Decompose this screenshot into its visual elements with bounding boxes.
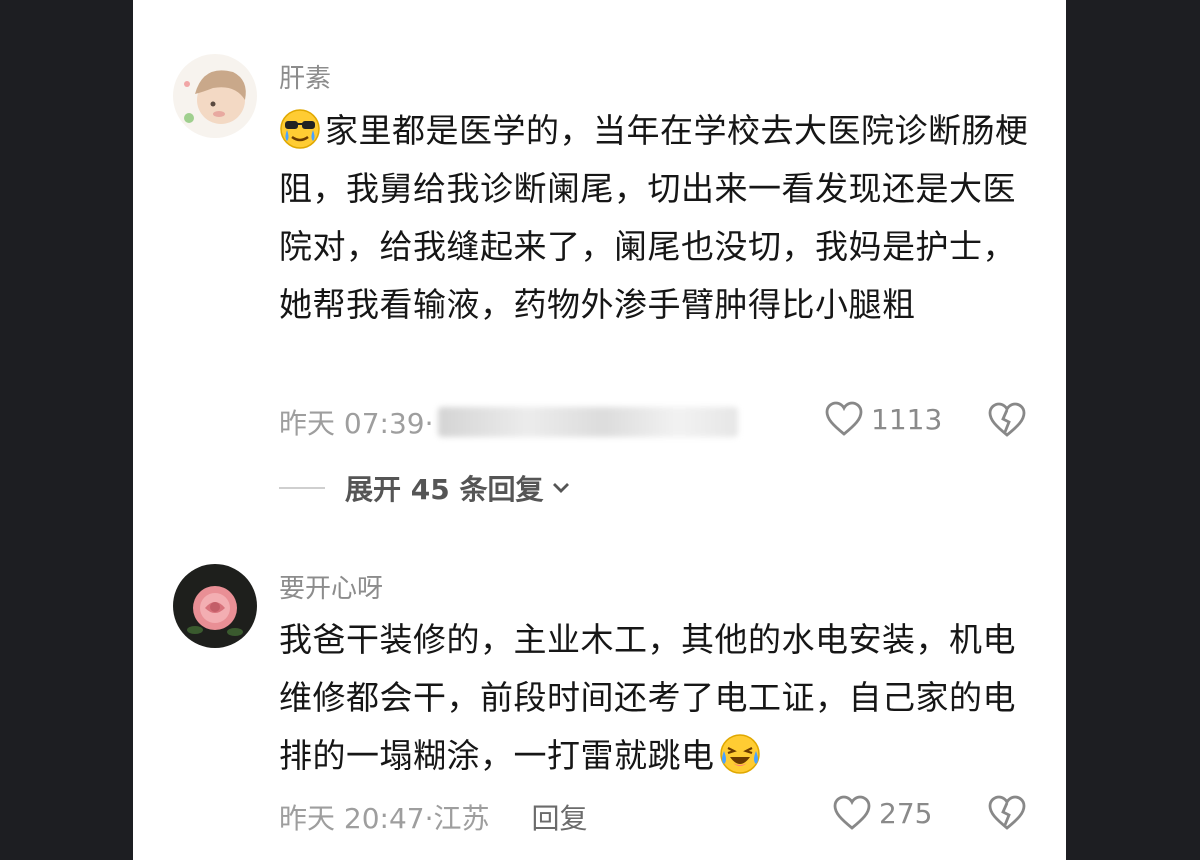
cool-crying-face-icon <box>279 108 321 150</box>
comment-text: 家里都是医学的，当年在学校去大医院诊断肠梗阻，我舅给我诊断阑尾，切出来一看发现还… <box>279 102 1029 334</box>
reply-button[interactable]: 回复 <box>532 797 588 837</box>
broken-heart-icon <box>988 402 1026 437</box>
like-button[interactable]: 1113 <box>825 401 942 437</box>
expand-replies-button[interactable]: 展开 45 条回复 <box>279 468 571 508</box>
comment-body: 家里都是医学的，当年在学校去大医院诊断肠梗阻，我舅给我诊断阑尾，切出来一看发现还… <box>279 111 1029 324</box>
comment-time: 昨天 20:47·江苏 <box>279 802 490 835</box>
broken-heart-icon <box>988 795 1026 830</box>
dislike-button[interactable] <box>988 795 1026 833</box>
heart-icon <box>825 401 863 436</box>
comment-panel: 肝素 家里都是医学的，当年在学校去大医院诊断肠梗阻，我舅给我诊断阑尾，切出来一看… <box>133 0 1066 860</box>
dislike-button[interactable] <box>988 402 1026 440</box>
expand-replies-label: 展开 45 条回复 <box>345 473 544 506</box>
avatar[interactable] <box>173 564 257 648</box>
like-count: 275 <box>879 796 933 830</box>
comment-time: 昨天 07:39· <box>279 407 434 440</box>
redacted-location <box>437 407 738 437</box>
like-button[interactable]: 275 <box>833 795 932 831</box>
cartoon-child-avatar-icon <box>173 54 257 138</box>
comment-meta: 昨天 20:47·江苏 回复 <box>279 797 588 837</box>
chevron-down-icon <box>553 483 570 493</box>
like-count: 1113 <box>871 402 943 436</box>
username[interactable]: 肝素 <box>279 58 331 95</box>
pink-rose-avatar-icon <box>173 564 257 648</box>
avatar[interactable] <box>173 54 257 138</box>
laughing-crying-face-icon <box>719 733 761 775</box>
comment-text: 我爸干装修的，主业木工，其他的水电安装，机电维修都会干，前段时间还考了电工证，自… <box>279 611 1029 785</box>
username[interactable]: 要开心呀 <box>279 568 383 605</box>
heart-icon <box>833 795 871 830</box>
comment-meta: 昨天 07:39· <box>279 402 738 442</box>
divider-line <box>279 487 325 489</box>
comment-body: 我爸干装修的，主业木工，其他的水电安装，机电维修都会干，前段时间还考了电工证，自… <box>279 620 1016 775</box>
